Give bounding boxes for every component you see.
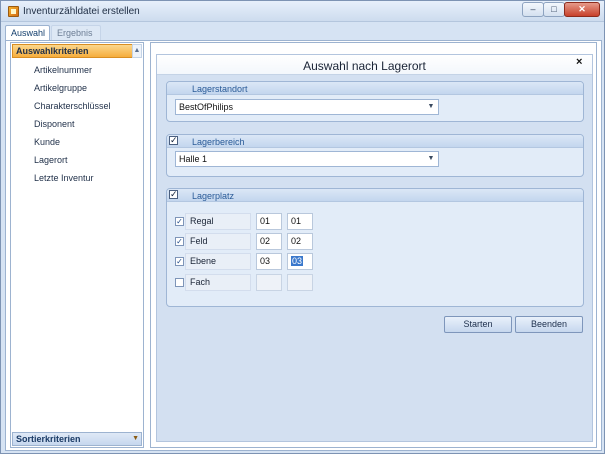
app-icon	[8, 6, 19, 17]
end-button[interactable]: Beenden	[515, 316, 583, 333]
lagerort-panel: Auswahl nach Lagerort × Lagerstandort Be…	[156, 54, 593, 442]
lagerstandort-combobox[interactable]: BestOfPhilips ▼	[175, 99, 439, 115]
sidebar-footer-label: Sortierkriterien	[16, 434, 81, 444]
sidebar-item-charakterschluessel[interactable]: Charakterschlüssel	[11, 97, 143, 115]
feld-to-input[interactable]: 02	[287, 233, 313, 250]
lagerstandort-label: Lagerstandort	[192, 84, 248, 94]
panel-close-icon[interactable]: ×	[576, 56, 582, 68]
lagerbereich-value: Halle 1	[179, 154, 208, 164]
ebene-label: Ebene	[185, 253, 251, 270]
criteria-sidebar: Auswahlkriterien ▲ Artikelnummer Artikel…	[10, 42, 144, 448]
tab-ergebnis[interactable]: Ergebnis	[51, 25, 101, 41]
sidebar-item-lagerort[interactable]: Lagerort	[11, 151, 143, 169]
fach-from-input[interactable]	[256, 274, 282, 291]
lagerplatz-row-feld: ✓ Feld 02 02	[167, 233, 585, 251]
title-bar: Inventurzähldatei erstellen – □ ✕	[1, 1, 604, 22]
minimize-button[interactable]: –	[522, 2, 544, 17]
lagerplatz-row-regal: ✓ Regal 01 01	[167, 213, 585, 231]
ebene-checkbox[interactable]: ✓	[175, 257, 184, 266]
group-lagerbereich: ✓ Lagerbereich Halle 1 ▼	[166, 134, 584, 177]
sidebar-item-artikelgruppe[interactable]: Artikelgruppe	[11, 79, 143, 97]
regal-checkbox[interactable]: ✓	[175, 217, 184, 226]
sidebar-item-kunde[interactable]: Kunde	[11, 133, 143, 151]
start-button[interactable]: Starten	[444, 316, 512, 333]
sidebar-item-letzte-inventur[interactable]: Letzte Inventur	[11, 169, 143, 187]
lagerplatz-row-fach: Fach	[167, 274, 585, 292]
group-lagerplatz: ✓ Lagerplatz ✓ Regal 01 01 ✓ Feld 02 02	[166, 188, 584, 307]
sidebar-item-disponent[interactable]: Disponent	[11, 115, 143, 133]
maximize-button[interactable]: □	[543, 2, 565, 17]
sidebar-header-auswahlkriterien[interactable]: Auswahlkriterien	[12, 44, 133, 58]
lagerbereich-combobox[interactable]: Halle 1 ▼	[175, 151, 439, 167]
fach-checkbox[interactable]	[175, 278, 184, 287]
group-lagerstandort: Lagerstandort BestOfPhilips ▼	[166, 81, 584, 122]
lagerbereich-checkbox[interactable]: ✓	[169, 136, 178, 145]
regal-to-input[interactable]: 01	[287, 213, 313, 230]
sidebar-footer-sortierkriterien[interactable]: Sortierkriterien ▼	[12, 432, 142, 446]
lagerstandort-value: BestOfPhilips	[179, 102, 234, 112]
lagerplatz-checkbox[interactable]: ✓	[169, 190, 178, 199]
criteria-list: Artikelnummer Artikelgruppe Charaktersch…	[11, 61, 143, 187]
group-lagerstandort-header: Lagerstandort	[167, 82, 583, 95]
feld-from-input[interactable]: 02	[256, 233, 282, 250]
panel-title-bar: Auswahl nach Lagerort ×	[157, 55, 592, 75]
chevron-down-icon[interactable]: ▼	[424, 152, 438, 166]
feld-checkbox[interactable]: ✓	[175, 237, 184, 246]
ebene-from-input[interactable]: 03	[256, 253, 282, 270]
main-frame: Auswahl nach Lagerort × Lagerstandort Be…	[150, 42, 597, 448]
ebene-to-selected-text: 03	[291, 256, 304, 266]
lagerplatz-label: Lagerplatz	[192, 191, 235, 201]
fach-label: Fach	[185, 274, 251, 291]
close-window-button[interactable]: ✕	[564, 2, 600, 17]
regal-label: Regal	[185, 213, 251, 230]
chevron-down-icon[interactable]: ▼	[424, 100, 438, 114]
tab-auswahl[interactable]: Auswahl	[5, 25, 50, 41]
window-title: Inventurzähldatei erstellen	[23, 6, 140, 17]
regal-from-input[interactable]: 01	[256, 213, 282, 230]
app-window: Inventurzähldatei erstellen – □ ✕ Auswah…	[0, 0, 605, 454]
tab-content: Auswahlkriterien ▲ Artikelnummer Artikel…	[5, 40, 602, 451]
lagerplatz-row-ebene: ✓ Ebene 03 03	[167, 253, 585, 271]
group-lagerplatz-header: ✓ Lagerplatz	[167, 189, 583, 202]
feld-label: Feld	[185, 233, 251, 250]
fach-to-input[interactable]	[287, 274, 313, 291]
chevron-down-icon[interactable]: ▼	[132, 433, 139, 445]
lagerbereich-label: Lagerbereich	[192, 137, 245, 147]
group-lagerbereich-header: ✓ Lagerbereich	[167, 135, 583, 148]
sidebar-item-artikelnummer[interactable]: Artikelnummer	[11, 61, 143, 79]
sidebar-scroll-up-icon[interactable]: ▲	[132, 44, 142, 58]
panel-title: Auswahl nach Lagerort	[303, 59, 426, 73]
ebene-to-input[interactable]: 03	[287, 253, 313, 270]
